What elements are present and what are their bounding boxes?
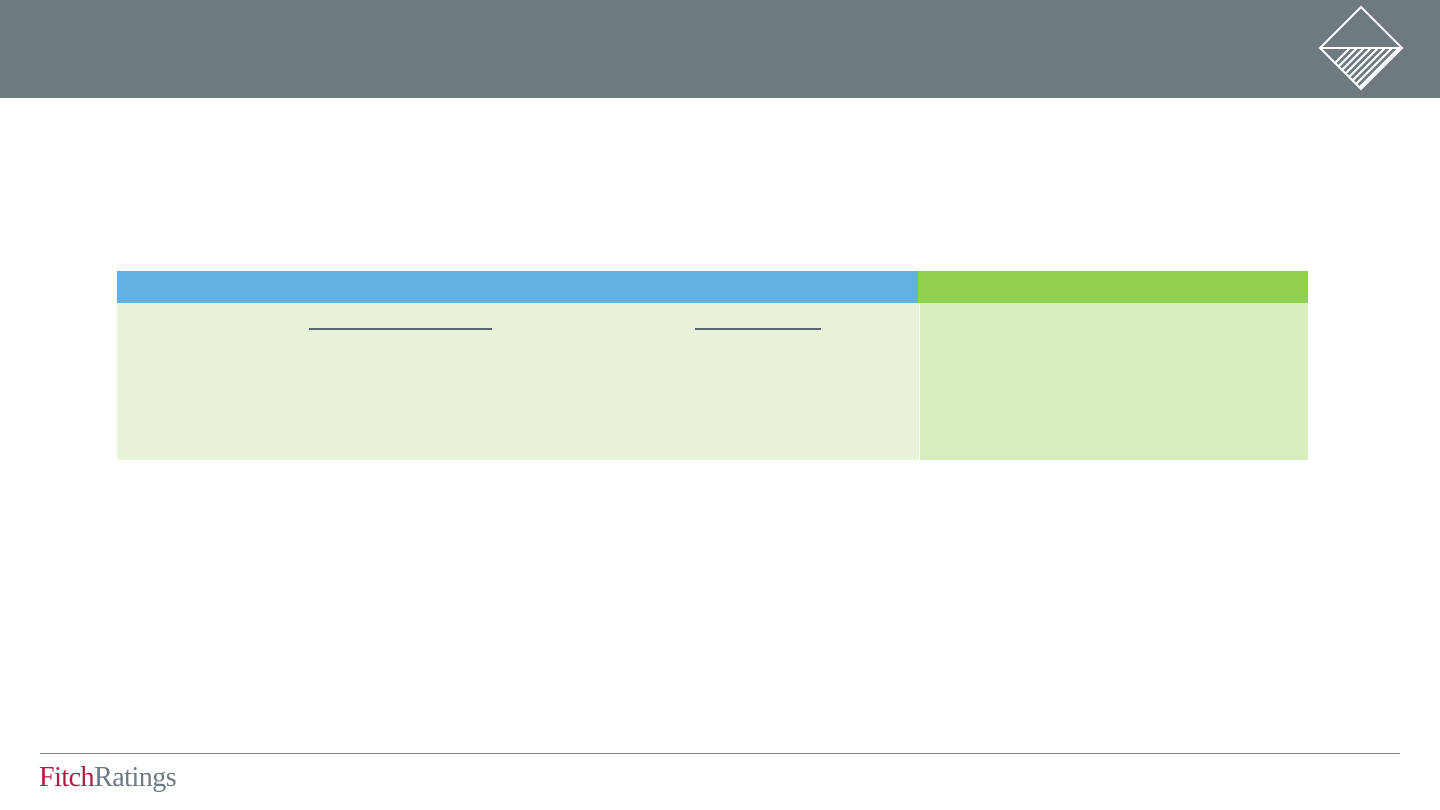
footer-divider: [40, 753, 1400, 754]
brand-fitch: Fitch: [39, 762, 95, 793]
brand-ratings: Ratings: [94, 762, 177, 793]
column-underline-2: [695, 328, 821, 330]
table-body-right: [920, 303, 1308, 460]
brand-logo: FitchRatings: [39, 762, 177, 794]
table-body-left: [117, 303, 919, 460]
header-band: [0, 0, 1440, 98]
diamond-hatched-logo-icon: [1318, 5, 1404, 91]
table-header-right: [918, 271, 1308, 303]
table-header-left: [117, 271, 918, 303]
column-underline-1: [309, 328, 492, 330]
